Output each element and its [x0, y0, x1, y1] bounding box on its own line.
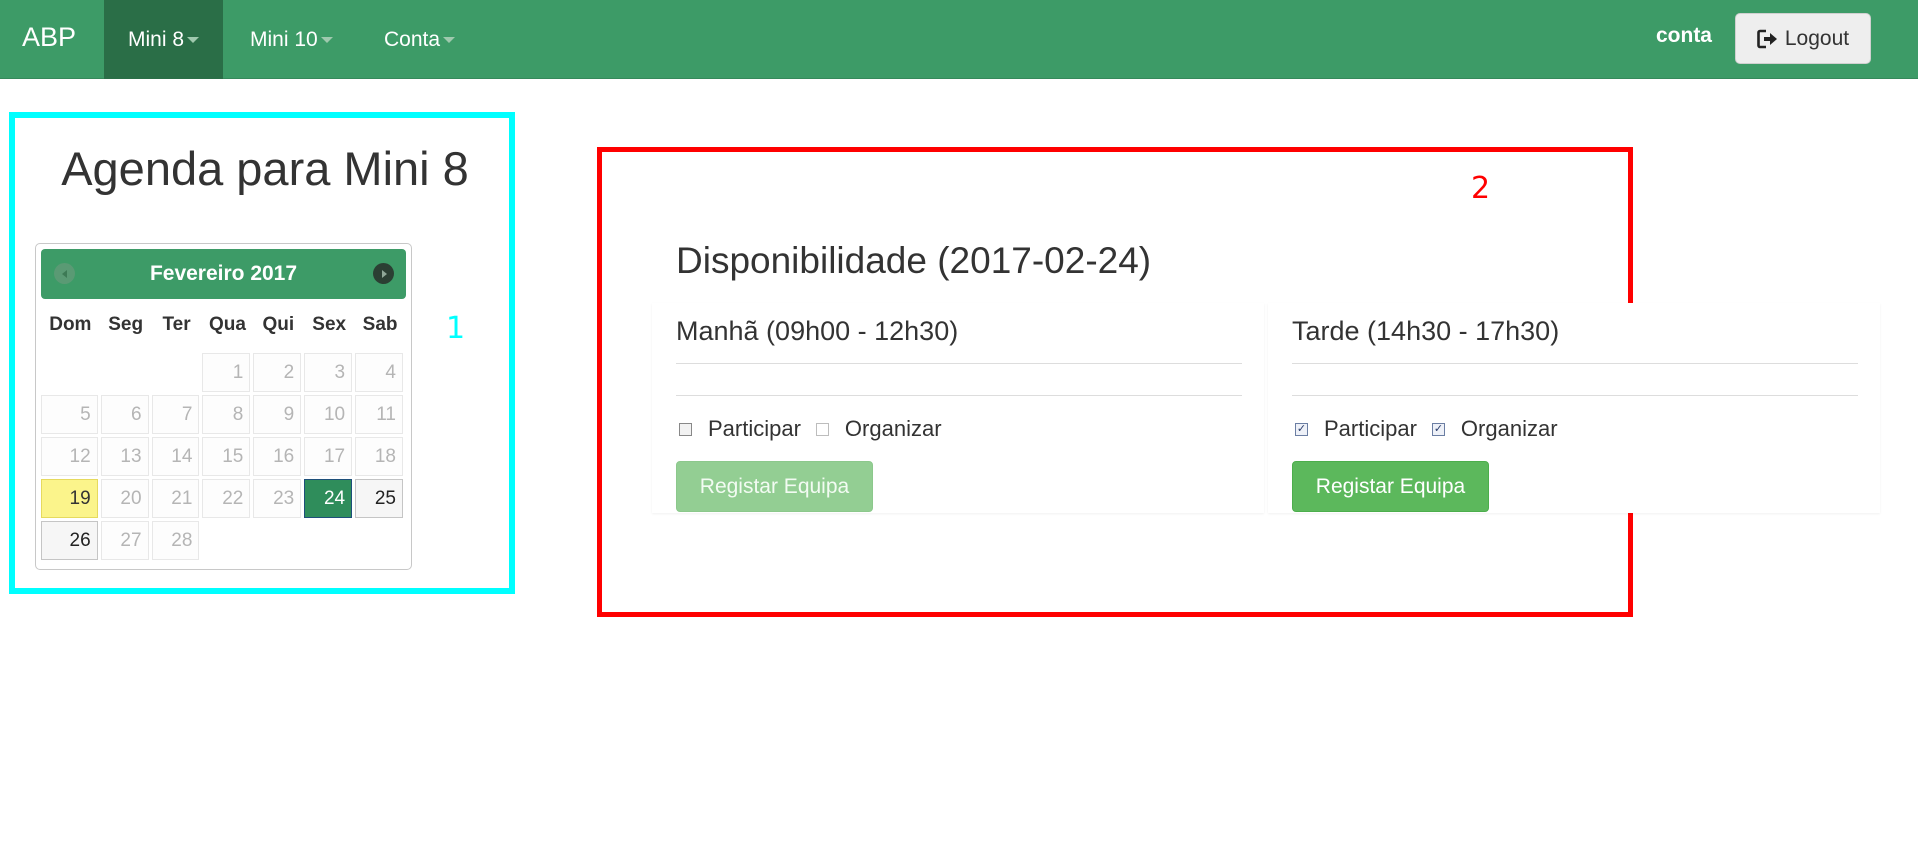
nav-item-mini-10[interactable]: Mini 10: [226, 0, 357, 79]
calendar-day[interactable]: 19: [41, 479, 98, 518]
availability-title: Disponibilidade (2017-02-24): [676, 240, 1152, 281]
weekday-label: Qui: [262, 314, 295, 335]
calendar-day: 4: [355, 353, 403, 392]
period-card-morning: Manhã (09h00 - 12h30) Participar Organiz…: [652, 303, 1264, 513]
calendar-week-row: 19 20 21 22 23 24 25: [41, 479, 406, 520]
calendar-day: 6: [100, 395, 149, 434]
calendar-day: 18: [355, 437, 403, 476]
divider: [1292, 395, 1858, 396]
calendar-day: 23: [253, 479, 302, 518]
participar-label: Participar: [708, 416, 801, 441]
calendar-week-row: 5 6 7 8 9 10 11: [41, 395, 406, 436]
weekday-label: Seg: [108, 314, 144, 335]
chevron-down-icon: [320, 37, 333, 44]
calendar-empty-cell: [101, 353, 149, 392]
period-title: Tarde (14h30 - 17h30): [1292, 316, 1560, 346]
period-title: Manhã (09h00 - 12h30): [676, 316, 959, 346]
calendar-weekdays: Dom Seg Ter Qua Qui Sex Sab: [41, 310, 406, 340]
calendar-empty-cell: [152, 353, 200, 392]
prev-month-icon[interactable]: [54, 263, 75, 284]
nav-item-mini-8[interactable]: Mini 8: [104, 0, 224, 79]
weekday-label: Ter: [162, 314, 191, 335]
calendar-week-row: 26 27 28: [41, 521, 406, 562]
page-title: Agenda para Mini 8: [61, 142, 469, 195]
calendar-day: 10: [304, 395, 353, 434]
divider: [676, 395, 1242, 396]
calendar-empty-cell: [202, 521, 250, 560]
options-row: ✓ Participar ✓ Organizar: [1295, 416, 1573, 442]
participar-checkbox[interactable]: ✓: [1295, 422, 1308, 436]
calendar-day: 16: [253, 437, 302, 476]
calendar-day: 13: [100, 437, 149, 476]
calendar-day: 15: [202, 437, 251, 476]
participar-checkbox[interactable]: [679, 422, 692, 436]
calendar-day: 9: [253, 395, 302, 434]
calendar-day[interactable]: 26: [41, 521, 98, 560]
organizar-checkbox[interactable]: ✓: [1431, 422, 1445, 436]
chevron-down-icon: [443, 37, 456, 44]
top-navbar: ABP Mini 8 Mini 10 Conta conta Logout: [0, 0, 1918, 79]
calendar-header: Fevereiro 2017: [41, 249, 406, 299]
organizar-label: Organizar: [1460, 416, 1558, 441]
username-label[interactable]: conta: [1656, 24, 1712, 48]
calendar-day: 20: [100, 479, 149, 518]
calendar-day: 1: [202, 353, 251, 392]
calendar-month-label: Fevereiro 2017: [149, 262, 298, 285]
logout-icon: [1757, 29, 1779, 49]
calendar-widget: Fevereiro 2017 Dom Seg Ter Qua Qui Sex S…: [35, 243, 412, 570]
organizar-label: Organizar: [844, 416, 942, 441]
calendar-day[interactable]: 25: [355, 479, 403, 518]
calendar-day: 28: [151, 521, 200, 560]
annotation-label-1: 1: [446, 311, 466, 346]
calendar-week-row: 12 13 14 15 16 17 18: [41, 437, 406, 478]
calendar-grid: 1 2 3 4 5 6 7 8 9 10 11 12 13 14 15 16 17 18 19 20 21 22 23 24 2…: [41, 353, 406, 562]
logout-label: Logout: [1784, 26, 1850, 50]
calendar-empty-cell: [41, 353, 98, 392]
calendar-day: 27: [100, 521, 149, 560]
nav-item-label: Mini 10: [250, 28, 318, 51]
calendar-empty-cell: [355, 521, 403, 560]
calendar-day: 12: [41, 437, 98, 476]
calendar-day: 14: [151, 437, 200, 476]
weekday-label: Qua: [208, 314, 246, 335]
weekday-label: Dom: [49, 314, 92, 335]
brand-logo[interactable]: ABP: [22, 22, 76, 53]
calendar-day: 8: [202, 395, 251, 434]
calendar-day: 11: [355, 395, 403, 434]
participar-label: Participar: [1324, 416, 1417, 441]
annotation-label-2: 2: [1471, 171, 1491, 206]
register-team-button[interactable]: Registar Equipa: [676, 461, 873, 512]
nav-item-label: Mini 8: [128, 28, 185, 51]
calendar-empty-cell: [253, 521, 301, 560]
calendar-day: 2: [253, 353, 302, 392]
calendar-day: 5: [41, 395, 98, 434]
calendar-day: 7: [151, 395, 200, 434]
nav-item-conta[interactable]: Conta: [360, 0, 479, 79]
calendar-day: 21: [151, 479, 200, 518]
organizar-checkbox[interactable]: [815, 422, 829, 436]
calendar-day: 22: [202, 479, 251, 518]
nav-item-label: Conta: [384, 28, 441, 51]
divider: [1292, 363, 1858, 364]
period-card-afternoon: Tarde (14h30 - 17h30) ✓ Participar ✓ Org…: [1268, 303, 1880, 513]
options-row: Participar Organizar: [679, 416, 957, 442]
logout-button[interactable]: Logout: [1735, 13, 1871, 64]
divider: [676, 363, 1242, 364]
next-month-icon[interactable]: [373, 263, 394, 284]
calendar-week-row: 1234: [41, 353, 406, 394]
chevron-down-icon: [187, 37, 200, 44]
calendar-day: 3: [304, 353, 353, 392]
calendar-day: 17: [304, 437, 353, 476]
weekday-label: Sex: [312, 314, 347, 335]
register-team-button[interactable]: Registar Equipa: [1292, 461, 1489, 512]
calendar-day[interactable]: 24: [304, 479, 353, 518]
calendar-empty-cell: [304, 521, 352, 560]
weekday-label: Sab: [362, 314, 398, 335]
